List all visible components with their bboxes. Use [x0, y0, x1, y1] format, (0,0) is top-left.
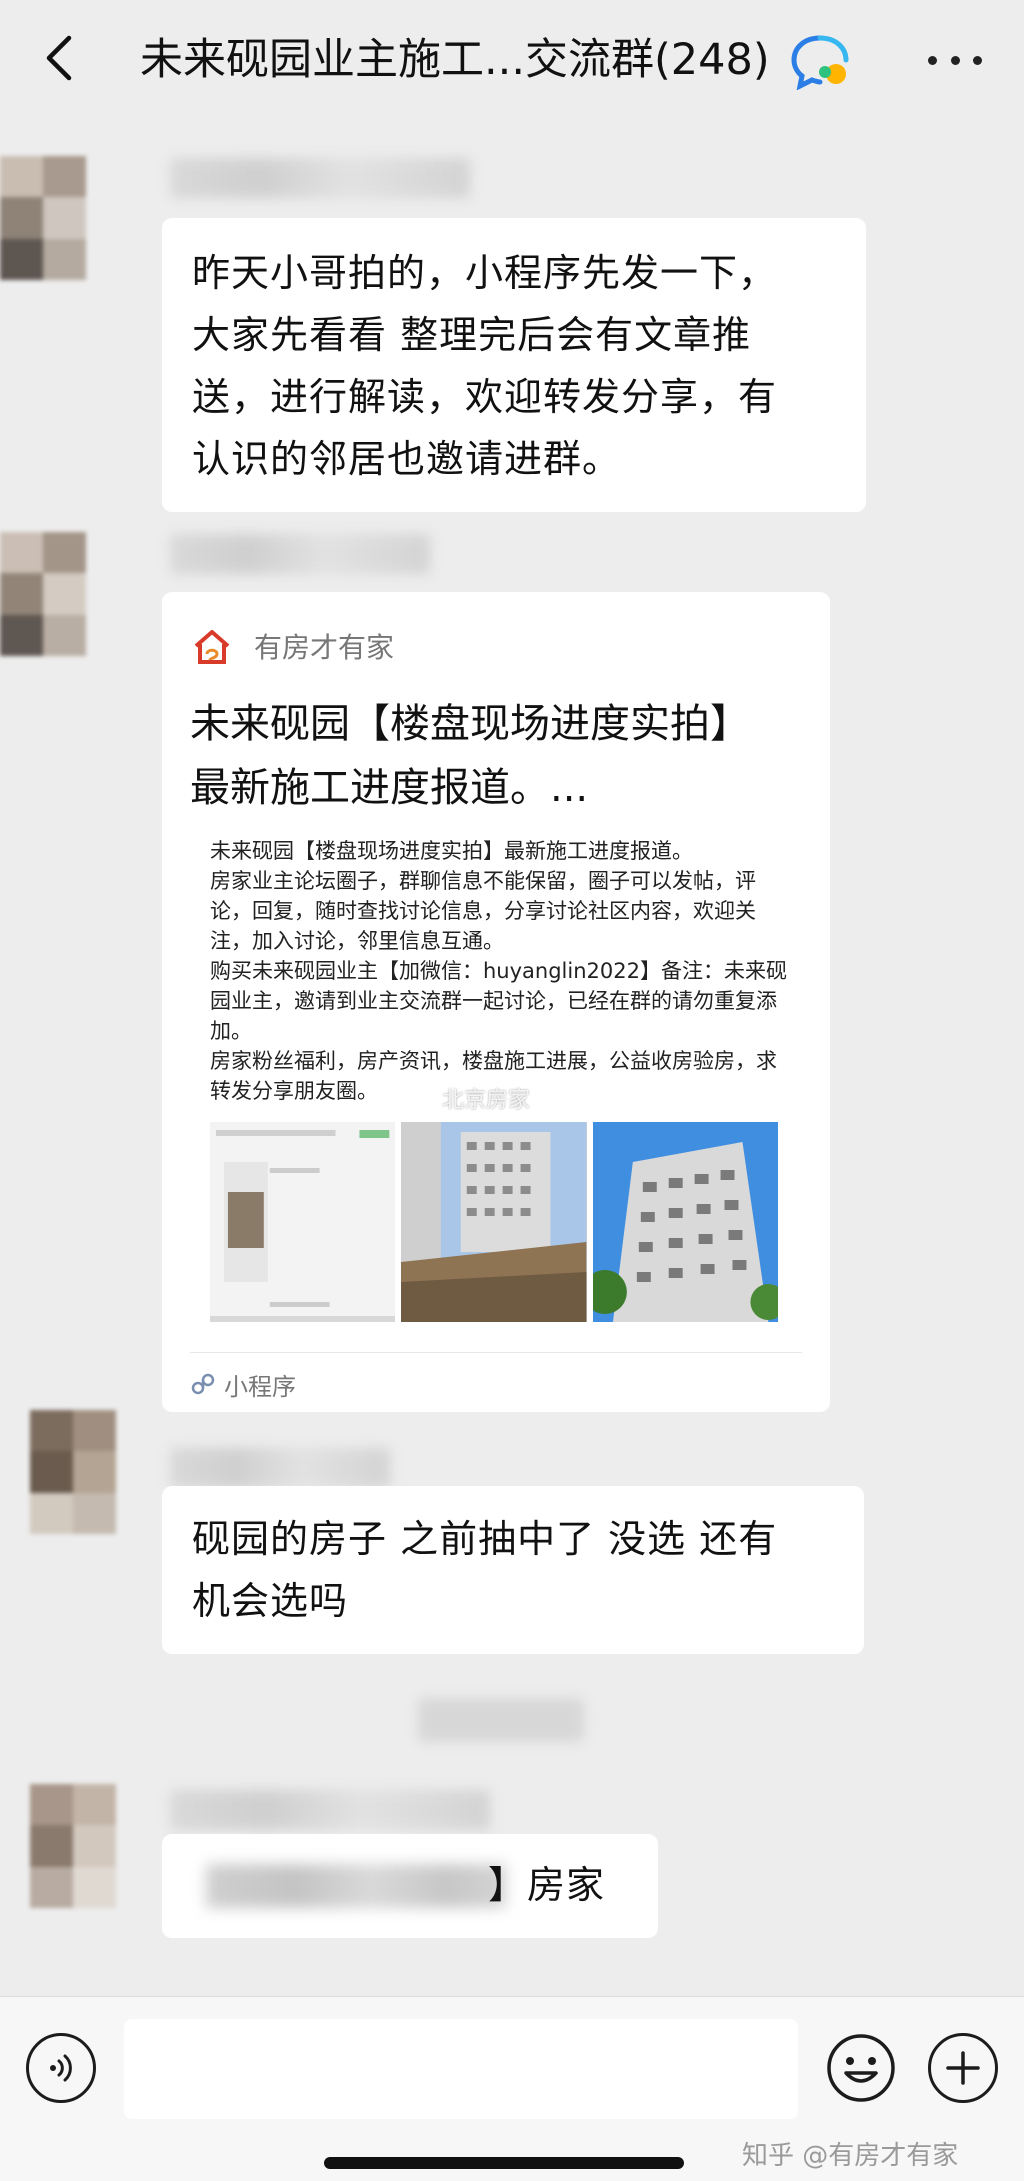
sender-name: [170, 1790, 490, 1830]
watermark: 知乎 @有房才有家: [742, 2141, 959, 2171]
top-bar: 未来砚园业主施工...交流群(248): [0, 0, 1024, 120]
message-text: 砚园的房子 之前抽中了 没选 还有 机会选吗: [192, 1517, 778, 1623]
chat-bubble-ai-icon[interactable]: [790, 32, 854, 91]
voice-icon[interactable]: [26, 2033, 96, 2103]
sender-name: [170, 158, 470, 198]
card-desc-line: 未来砚园【楼盘现场进度实拍】最新施工进度报道。: [210, 839, 693, 863]
card-thumbnails: [210, 1122, 778, 1322]
mini-program-card[interactable]: 有房才有家 未来砚园【楼盘现场进度实拍】 最新施工进度报道。... 未来砚园【楼…: [162, 592, 830, 1412]
avatar[interactable]: [30, 1410, 116, 1534]
card-divider: [190, 1352, 802, 1353]
avatar[interactable]: [0, 156, 86, 280]
building-photo: [592, 1122, 778, 1322]
message-input[interactable]: [124, 2019, 798, 2119]
avatar[interactable]: [30, 1784, 116, 1908]
construction-photo: [401, 1122, 587, 1322]
message-bubble[interactable]: 砚园的房子 之前抽中了 没选 还有 机会选吗: [162, 1486, 864, 1654]
input-bar: 知乎 @有房才有家: [0, 1996, 1024, 2181]
message-bubble[interactable]: 】房家: [162, 1834, 658, 1938]
sender-name: [170, 1448, 390, 1488]
image-watermark: 北京房家: [442, 1088, 531, 1113]
card-desc-line: 购买未来砚园业主【加微信：huyanglin2022】备注：未来砚园业主，邀请到…: [210, 959, 787, 1043]
home-indicator: [324, 2157, 684, 2169]
card-desc-line: 房家业主论坛圈子，群聊信息不能保留，圈子可以发帖，评论，回复，随时查找讨论信息，…: [210, 869, 756, 953]
screenshot-thumbnail: [210, 1122, 396, 1322]
plus-icon[interactable]: [928, 2033, 998, 2103]
card-footer: 小程序: [190, 1368, 296, 1401]
emoji-icon[interactable]: [826, 2033, 896, 2103]
card-title: 未来砚园【楼盘现场进度实拍】 最新施工进度报道。...: [190, 701, 750, 811]
card-source-name: 有房才有家: [254, 631, 395, 664]
blurred-text: [206, 1864, 506, 1908]
mini-program-icon: [191, 1373, 215, 1395]
message-text: 】房家: [488, 1863, 606, 1907]
message-text: 昨天小哥拍的，小程序先发一下， 大家先看看 整理完后会有文章推 送，进行解读，欢…: [192, 251, 778, 481]
back-icon[interactable]: [30, 30, 86, 86]
card-footer-label: 小程序: [224, 1372, 296, 1401]
chat-title: 未来砚园业主施工...交流群(248): [140, 35, 770, 85]
message-bubble[interactable]: 昨天小哥拍的，小程序先发一下， 大家先看看 整理完后会有文章推 送，进行解读，欢…: [162, 218, 866, 512]
system-message: [418, 1698, 584, 1742]
card-source: 有房才有家: [190, 622, 394, 670]
house-logo-icon: [190, 624, 234, 668]
avatar[interactable]: [0, 532, 86, 656]
sender-name: [170, 534, 430, 574]
more-dots-icon[interactable]: [920, 40, 990, 80]
card-description: 未来砚园【楼盘现场进度实拍】最新施工进度报道。 房家业主论坛圈子，群聊信息不能保…: [210, 836, 790, 1106]
